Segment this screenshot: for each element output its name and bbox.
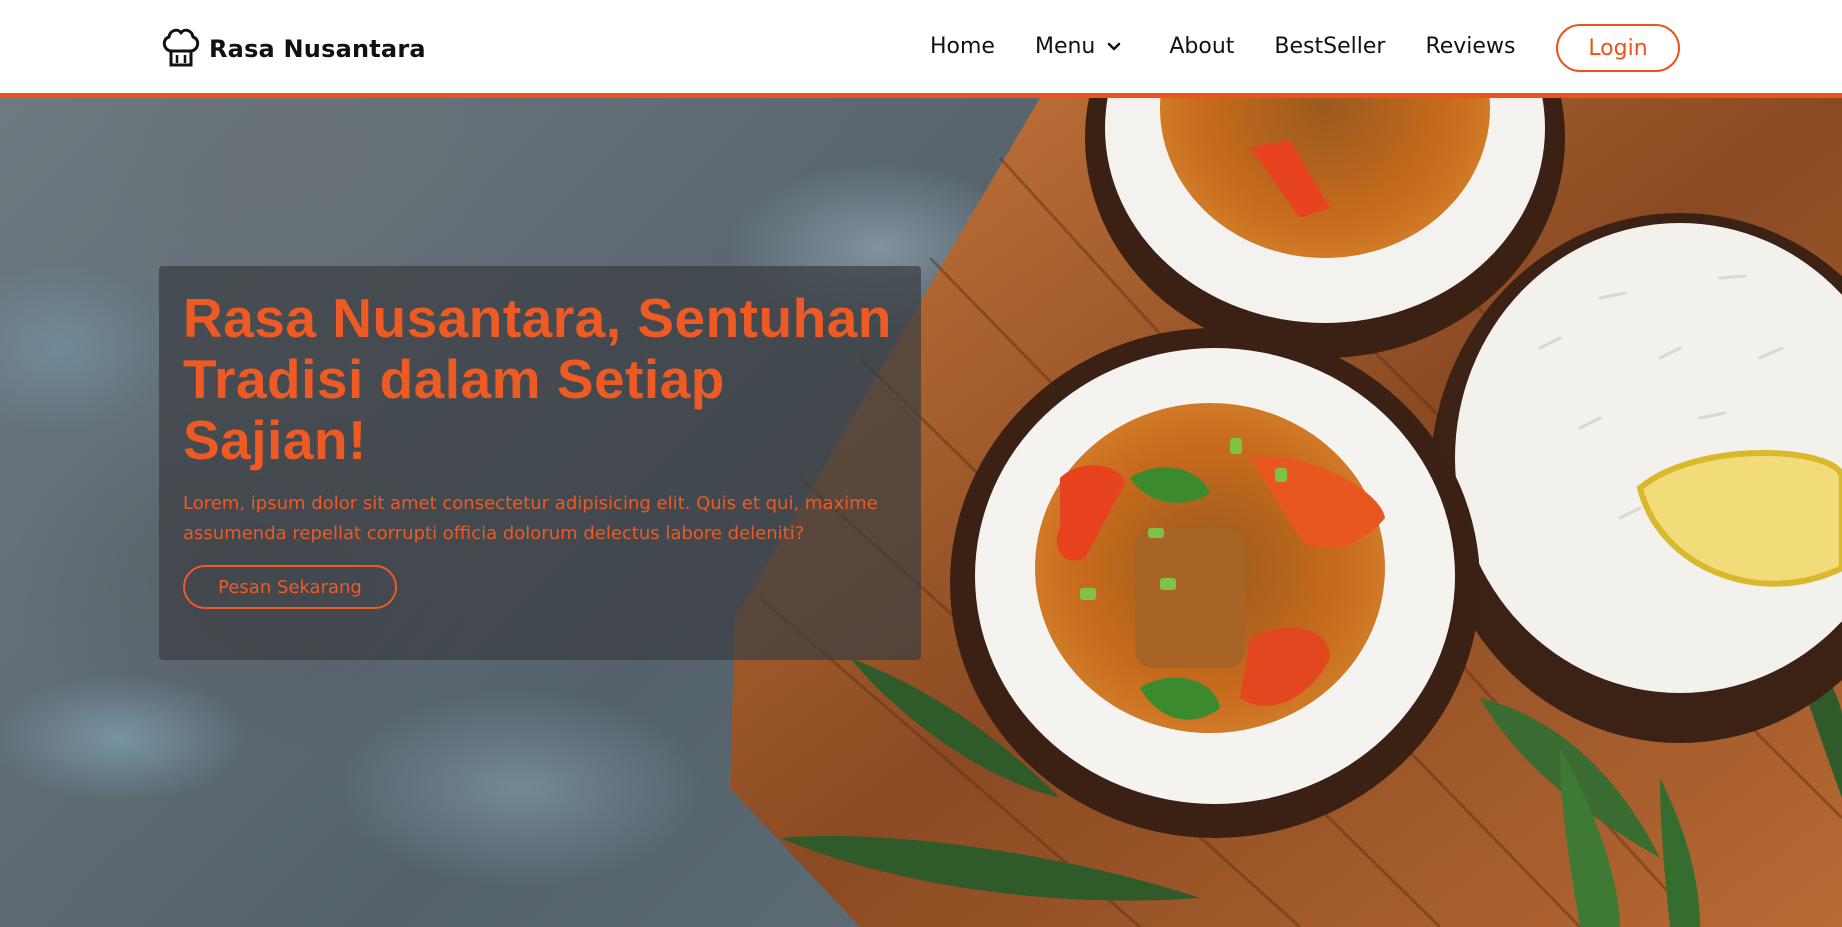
nav-reviews-label: Reviews bbox=[1425, 34, 1516, 59]
nav-about[interactable]: About bbox=[1169, 34, 1234, 59]
nav-menu[interactable]: Menu bbox=[1035, 34, 1123, 59]
nav-reviews[interactable]: Reviews bbox=[1425, 34, 1515, 59]
hero-title: Rasa Nusantara, Sentuhan Tradisi dalam S… bbox=[183, 287, 892, 471]
site-header: Rasa Nusantara Home Menu About BestSelle… bbox=[0, 0, 1842, 98]
hero-panel: Rasa Nusantara, Sentuhan Tradisi dalam S… bbox=[159, 266, 921, 660]
nav-home-label: Home bbox=[930, 34, 995, 59]
nav-bestseller[interactable]: BestSeller bbox=[1274, 34, 1385, 59]
brand-name: Rasa Nusantara bbox=[209, 35, 426, 63]
order-now-button[interactable]: Pesan Sekarang bbox=[183, 565, 397, 609]
nav-bestseller-label: BestSeller bbox=[1274, 34, 1386, 59]
hero-section: Rasa Nusantara, Sentuhan Tradisi dalam S… bbox=[0, 98, 1842, 927]
main-nav: Home Menu About BestSeller Reviews bbox=[930, 0, 1555, 93]
nav-about-label: About bbox=[1169, 34, 1235, 59]
chevron-down-icon bbox=[1108, 42, 1121, 50]
chef-hat-icon bbox=[161, 25, 201, 73]
nav-home[interactable]: Home bbox=[930, 34, 995, 59]
brand-link[interactable]: Rasa Nusantara bbox=[161, 26, 426, 72]
nav-menu-label: Menu bbox=[1034, 34, 1096, 59]
hero-description: Lorem, ipsum dolor sit amet consectetur … bbox=[183, 493, 878, 544]
login-button[interactable]: Login bbox=[1556, 24, 1680, 72]
